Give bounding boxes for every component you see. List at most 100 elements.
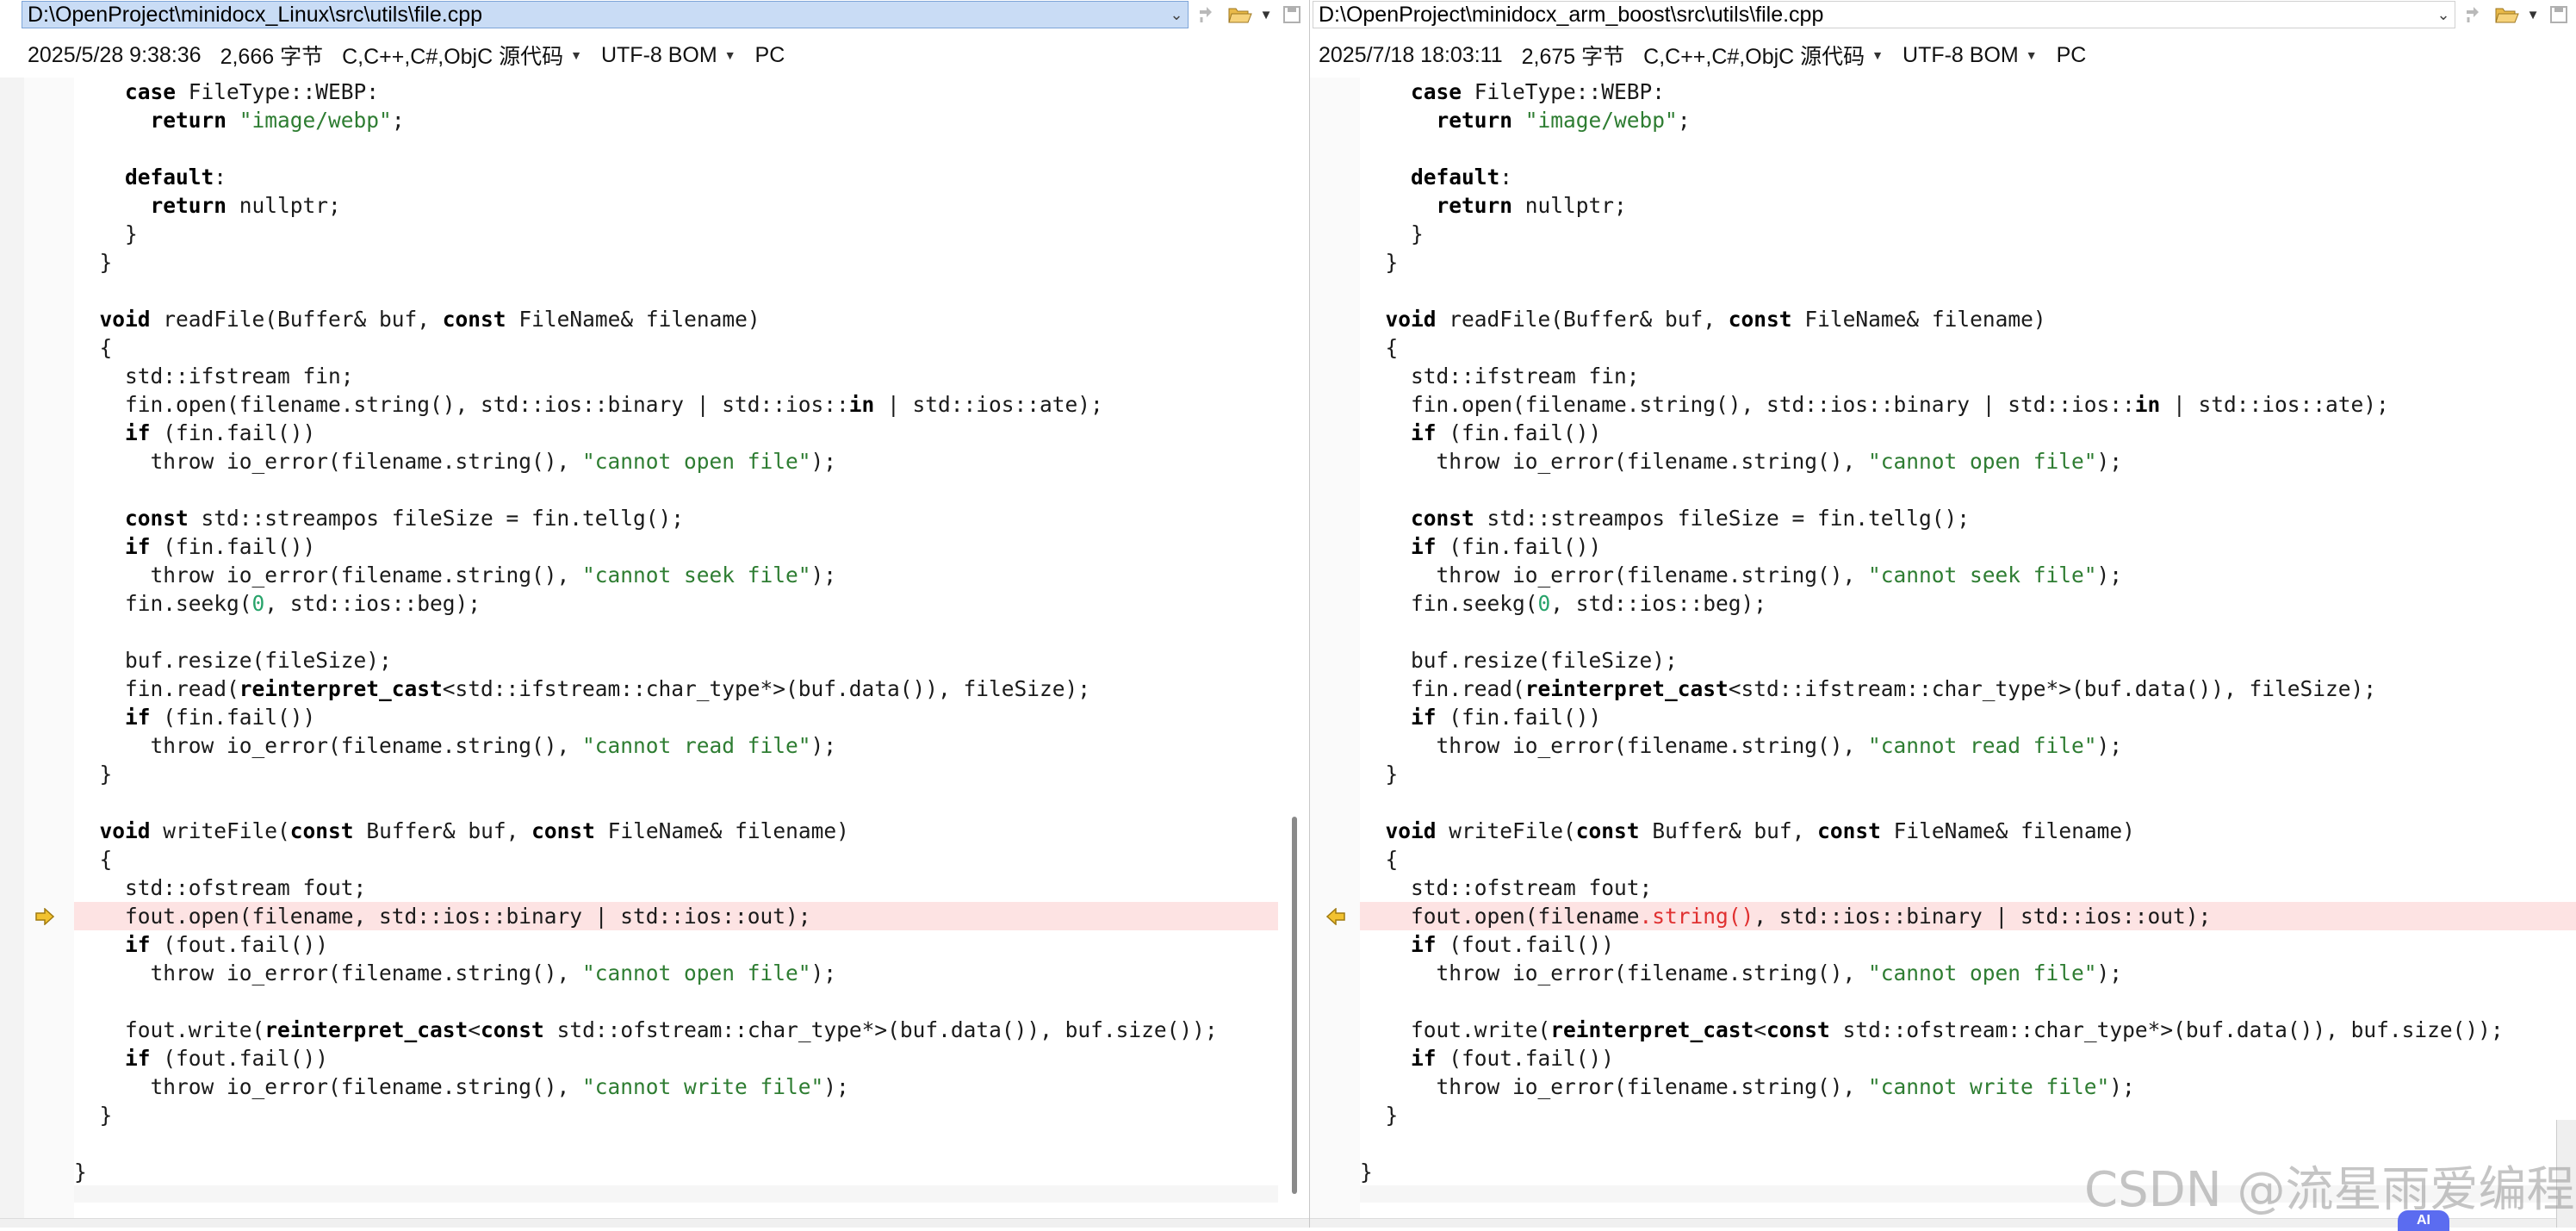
chevron-down-icon[interactable]: ⌄ [2432, 6, 2455, 24]
code-line[interactable] [74, 277, 1278, 305]
code-line[interactable]: throw io_error(filename.string(), "canno… [74, 447, 1278, 476]
code-line[interactable]: } [74, 1101, 1278, 1129]
code-line[interactable]: const std::streampos fileSize = fin.tell… [74, 504, 1278, 532]
left-scrollbar[interactable] [1292, 817, 1297, 1194]
code-line[interactable] [1360, 788, 2576, 817]
code-line[interactable]: default: [74, 163, 1278, 191]
code-line[interactable]: if (fout.fail()) [1360, 1044, 2576, 1072]
code-line[interactable]: fout.write(reinterpret_cast<const std::o… [74, 1016, 1278, 1044]
code-line[interactable]: if (fin.fail()) [74, 703, 1278, 731]
code-line[interactable]: throw io_error(filename.string(), "canno… [74, 1072, 1278, 1101]
code-line[interactable]: { [1360, 845, 2576, 874]
code-line[interactable]: throw io_error(filename.string(), "canno… [1360, 1072, 2576, 1101]
code-line[interactable] [74, 476, 1278, 504]
code-line[interactable]: if (fout.fail()) [74, 1044, 1278, 1072]
code-line[interactable]: buf.resize(fileSize); [74, 646, 1278, 675]
chevron-down-icon[interactable]: ⌄ [1165, 6, 1188, 24]
code-line[interactable]: case FileType::WEBP: [74, 78, 1278, 106]
arrow-right-icon[interactable] [33, 905, 57, 929]
code-line[interactable]: fin.seekg(0, std::ios::beg); [1360, 589, 2576, 618]
code-line[interactable]: } [74, 220, 1278, 248]
code-line[interactable]: throw io_error(filename.string(), "canno… [1360, 959, 2576, 987]
code-line[interactable]: throw io_error(filename.string(), "canno… [1360, 561, 2576, 589]
code-line[interactable]: std::ifstream fin; [1360, 362, 2576, 390]
code-line[interactable]: if (fin.fail()) [1360, 532, 2576, 561]
reload-icon[interactable] [1189, 1, 1223, 28]
code-line[interactable]: if (fin.fail()) [74, 532, 1278, 561]
left-code-view[interactable]: case FileType::WEBP: return "image/webp"… [74, 78, 1278, 1186]
code-line[interactable] [1360, 277, 2576, 305]
code-line[interactable]: std::ofstream fout; [74, 874, 1278, 902]
code-line[interactable]: throw io_error(filename.string(), "canno… [74, 731, 1278, 760]
code-line[interactable]: default: [1360, 163, 2576, 191]
code-line[interactable] [1360, 476, 2576, 504]
code-line[interactable]: void readFile(Buffer& buf, const FileNam… [1360, 305, 2576, 333]
code-line[interactable] [74, 788, 1278, 817]
code-line[interactable]: if (fin.fail()) [1360, 703, 2576, 731]
code-line[interactable]: { [74, 333, 1278, 362]
code-line[interactable]: fout.write(reinterpret_cast<const std::o… [1360, 1016, 2576, 1044]
code-line-diff[interactable]: fout.open(filename.string(), std::ios::b… [1360, 902, 2576, 930]
chevron-down-icon[interactable]: ▼ [2524, 8, 2542, 22]
left-horizontal-scrollbar[interactable] [0, 1218, 1309, 1228]
code-line[interactable] [74, 618, 1278, 646]
code-line[interactable]: fin.open(filename.string(), std::ios::bi… [74, 390, 1278, 419]
code-line[interactable]: return "image/webp"; [1360, 106, 2576, 134]
code-line[interactable]: throw io_error(filename.string(), "canno… [1360, 731, 2576, 760]
left-path-input[interactable]: D:\OpenProject\minidocx_Linux\src\utils\… [22, 1, 1189, 28]
code-line[interactable] [74, 134, 1278, 163]
code-line[interactable]: fin.seekg(0, std::ios::beg); [74, 589, 1278, 618]
code-line[interactable]: { [1360, 333, 2576, 362]
open-folder-icon[interactable] [2490, 1, 2524, 28]
code-line[interactable] [74, 1129, 1278, 1158]
code-line[interactable] [74, 987, 1278, 1016]
code-line[interactable]: buf.resize(fileSize); [1360, 646, 2576, 675]
code-line[interactable] [1360, 987, 2576, 1016]
line-ending[interactable]: PC [2057, 43, 2087, 68]
ai-assistant-button[interactable]: AI [2398, 1210, 2449, 1231]
code-line[interactable]: if (fin.fail()) [74, 419, 1278, 447]
chevron-down-icon[interactable]: ▼ [1257, 8, 1275, 22]
right-code-view[interactable]: case FileType::WEBP: return "image/webp"… [1360, 78, 2576, 1186]
code-line[interactable]: throw io_error(filename.string(), "canno… [74, 561, 1278, 589]
code-line[interactable]: fin.read(reinterpret_cast<std::ifstream:… [1360, 675, 2576, 703]
code-line[interactable]: return "image/webp"; [74, 106, 1278, 134]
code-line[interactable]: void writeFile(const Buffer& buf, const … [1360, 817, 2576, 845]
code-line[interactable]: } [1360, 248, 2576, 277]
code-line[interactable]: } [1360, 220, 2576, 248]
code-line[interactable]: return nullptr; [1360, 191, 2576, 220]
encoding-select[interactable]: UTF-8 BOM ▼ [1903, 43, 2038, 68]
code-line[interactable] [1360, 618, 2576, 646]
code-line[interactable]: } [74, 1158, 1278, 1186]
save-icon[interactable] [1275, 1, 1309, 28]
code-line[interactable]: case FileType::WEBP: [1360, 78, 2576, 106]
code-line[interactable]: } [74, 760, 1278, 788]
reload-icon[interactable] [2455, 1, 2490, 28]
code-line[interactable]: if (fout.fail()) [74, 930, 1278, 959]
language-select[interactable]: C,C++,C#,ObjC 源代码 ▼ [342, 40, 582, 71]
code-line[interactable] [1360, 134, 2576, 163]
line-ending[interactable]: PC [755, 43, 785, 68]
code-line[interactable]: } [1360, 1101, 2576, 1129]
code-line[interactable]: std::ifstream fin; [74, 362, 1278, 390]
code-line-diff[interactable]: fout.open(filename, std::ios::binary | s… [74, 902, 1278, 930]
code-line[interactable]: std::ofstream fout; [1360, 874, 2576, 902]
code-line[interactable]: void readFile(Buffer& buf, const FileNam… [74, 305, 1278, 333]
code-line[interactable]: throw io_error(filename.string(), "canno… [1360, 447, 2576, 476]
code-line[interactable]: } [1360, 760, 2576, 788]
code-line[interactable]: throw io_error(filename.string(), "canno… [74, 959, 1278, 987]
right-path-input[interactable]: D:\OpenProject\minidocx_arm_boost\src\ut… [1313, 1, 2455, 28]
code-line[interactable]: return nullptr; [74, 191, 1278, 220]
code-line[interactable]: void writeFile(const Buffer& buf, const … [74, 817, 1278, 845]
code-line[interactable]: fin.open(filename.string(), std::ios::bi… [1360, 390, 2576, 419]
save-icon[interactable] [2542, 1, 2576, 28]
code-line[interactable]: } [74, 248, 1278, 277]
arrow-left-icon[interactable] [1324, 905, 1348, 929]
code-line[interactable]: if (fout.fail()) [1360, 930, 2576, 959]
encoding-select[interactable]: UTF-8 BOM ▼ [601, 43, 736, 68]
code-line[interactable]: fin.read(reinterpret_cast<std::ifstream:… [74, 675, 1278, 703]
code-line[interactable]: { [74, 845, 1278, 874]
open-folder-icon[interactable] [1223, 1, 1257, 28]
code-line[interactable]: const std::streampos fileSize = fin.tell… [1360, 504, 2576, 532]
code-line[interactable]: if (fin.fail()) [1360, 419, 2576, 447]
